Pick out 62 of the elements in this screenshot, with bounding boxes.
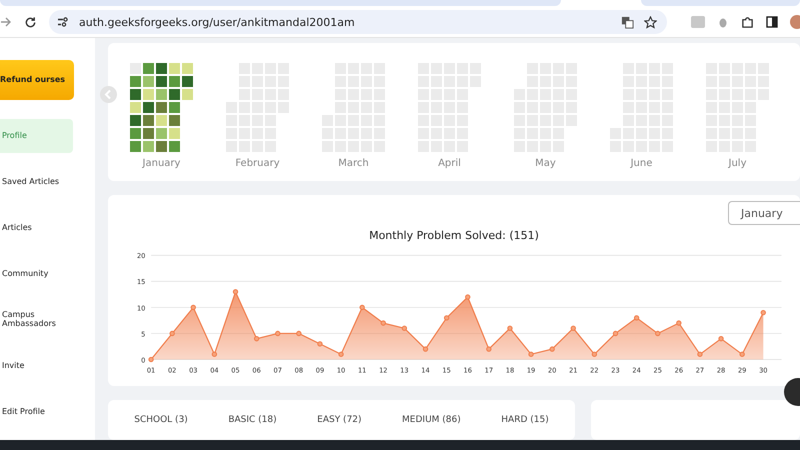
data-point [360, 304, 365, 310]
address-bar[interactable]: auth.geeksforgeeks.org/user/ankitmandal2001am [49, 10, 667, 34]
difficulty-tab[interactable]: EASY (72) [317, 415, 362, 425]
sidebar-item[interactable]: Invite [0, 348, 73, 382]
data-point [634, 315, 640, 320]
data-point [655, 330, 660, 336]
month-label: March [338, 158, 369, 169]
month-label: June [630, 158, 652, 169]
data-point [718, 336, 724, 342]
sidebar-item[interactable]: Campus Ambassadors [0, 302, 73, 336]
data-point [275, 330, 280, 336]
data-point [212, 352, 218, 357]
data-point [528, 352, 534, 357]
chart-title: Monthly Problem Solved: (151) [368, 229, 540, 242]
month-label: April [438, 158, 461, 169]
sidebar-item[interactable]: Profile [0, 118, 73, 153]
difficulty-tab[interactable]: SCHOOL (3) [134, 415, 188, 425]
month-label: January [142, 158, 180, 169]
data-point [190, 304, 196, 310]
star-icon[interactable] [644, 16, 657, 28]
data-point [254, 336, 260, 342]
data-point [402, 326, 408, 331]
data-point [697, 352, 703, 357]
difficulty-tab[interactable]: MEDIUM (86) [402, 415, 461, 425]
month-label: February [235, 158, 280, 169]
difficulty-tab[interactable]: HARD (15) [501, 415, 549, 425]
data-point [380, 320, 386, 326]
data-point [676, 320, 682, 326]
data-point [465, 294, 470, 300]
month-label: May [535, 158, 556, 169]
month-dropdown[interactable]: January [728, 201, 800, 225]
data-point [422, 346, 428, 352]
data-point [317, 341, 323, 347]
month-label: July [728, 158, 746, 169]
data-point [338, 352, 344, 357]
data-point [148, 356, 154, 362]
puzzle-icon[interactable] [741, 16, 754, 28]
data-point [507, 326, 513, 331]
sidebar-item[interactable]: Articles [0, 210, 73, 244]
data-point [170, 330, 175, 336]
refund-courses-button[interactable]: Refund ourses [0, 60, 74, 100]
sidebar-item[interactable]: Edit Profile [0, 394, 73, 428]
site-settings-icon[interactable] [57, 17, 69, 27]
data-point [444, 315, 450, 320]
sidebar-item[interactable]: Community [0, 256, 73, 290]
data-point [740, 352, 745, 357]
data-point [232, 289, 238, 294]
data-point [550, 346, 555, 352]
data-point [760, 310, 766, 316]
profile-avatar[interactable] [790, 15, 800, 29]
data-point [570, 326, 576, 331]
translate-icon[interactable] [621, 16, 634, 28]
url-text: auth.geeksforgeeks.org/user/ankitmandal2001am [79, 16, 355, 28]
forward-arrow-icon[interactable] [0, 16, 12, 28]
difficulty-tab[interactable]: BASIC (18) [228, 415, 277, 425]
data-point [296, 330, 302, 336]
side-panel-icon[interactable] [766, 16, 778, 28]
data-point [612, 330, 618, 336]
sidebar-item[interactable]: Saved Articles [0, 164, 73, 199]
data-point [592, 352, 598, 357]
reload-icon[interactable] [24, 16, 37, 28]
data-point [486, 346, 492, 352]
